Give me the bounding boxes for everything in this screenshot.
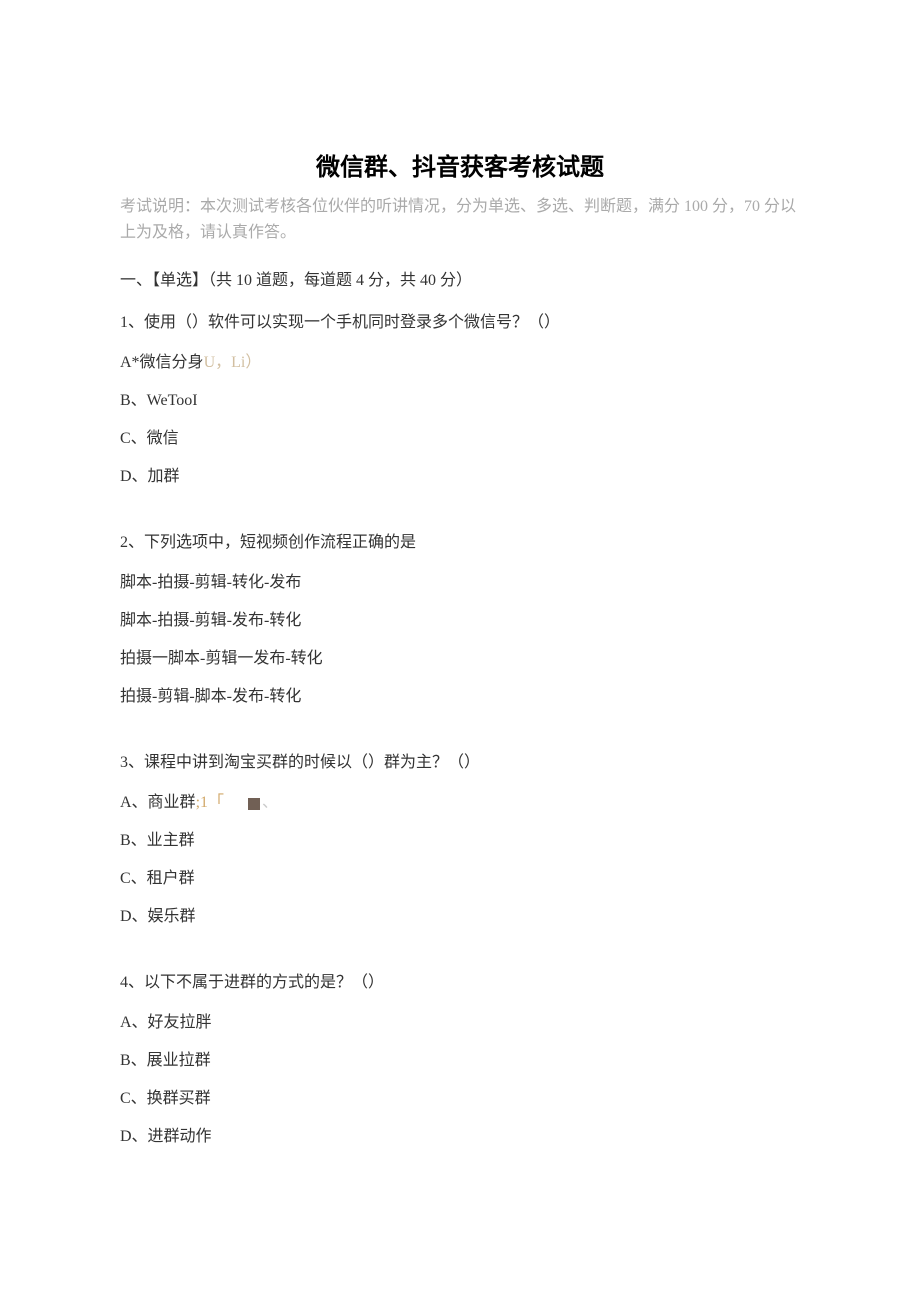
q1-option-c: C、微信 xyxy=(120,427,800,451)
q2-option-b: 脚本-拍摄-剪辑-发布-转化 xyxy=(120,609,800,633)
q1-option-b: B、WeTooI xyxy=(120,389,800,413)
q2-option-d: 拍摄-剪辑-脚本-发布-转化 xyxy=(120,685,800,709)
q3-option-d: D、娱乐群 xyxy=(120,905,800,929)
q3-option-a-text: A、商业群 xyxy=(120,794,196,811)
q1-stem: 1、使用（）软件可以实现一个手机同时登录多个微信号？（） xyxy=(120,311,800,335)
q4-option-a: A、好友拉胖 xyxy=(120,1011,800,1035)
q2-option-a: 脚本-拍摄-剪辑-转化-发布 xyxy=(120,571,800,595)
q2-option-c: 拍摄一脚本-剪辑一发布-转化 xyxy=(120,647,800,671)
q3-stem: 3、课程中讲到淘宝买群的时候以（）群为主？（） xyxy=(120,751,800,775)
section-1-heading: 一、【单选】（共 10 道题，每道题 4 分，共 40 分） xyxy=(120,269,800,293)
artifact-block-icon xyxy=(248,798,260,810)
q1-option-d: D、加群 xyxy=(120,465,800,489)
q3-option-a-artifact2: 、 xyxy=(262,794,278,811)
q4-option-b: B、展业拉群 xyxy=(120,1049,800,1073)
q3-option-a-artifact1: ;1「 xyxy=(196,794,224,811)
q4-option-c: C、换群买群 xyxy=(120,1087,800,1111)
q1-option-a: A*微信分身U，Li） xyxy=(120,351,800,375)
exam-instructions: 考试说明：本次测试考核各位伙伴的听讲情况，分为单选、多选、判断题，满分 100 … xyxy=(120,194,800,245)
q1-option-a-artifact: U，Li） xyxy=(204,354,262,371)
q2-stem: 2、下列选项中，短视频创作流程正确的是 xyxy=(120,531,800,555)
document-title: 微信群、抖音获客考核试题 xyxy=(120,150,800,186)
q3-option-c: C、租户群 xyxy=(120,867,800,891)
q4-stem: 4、以下不属于进群的方式的是？（） xyxy=(120,971,800,995)
q4-option-d: D、进群动作 xyxy=(120,1125,800,1149)
q3-option-b: B、业主群 xyxy=(120,829,800,853)
q1-option-a-text: A*微信分身 xyxy=(120,354,204,371)
q3-option-a: A、商业群;1「 、 xyxy=(120,791,800,815)
